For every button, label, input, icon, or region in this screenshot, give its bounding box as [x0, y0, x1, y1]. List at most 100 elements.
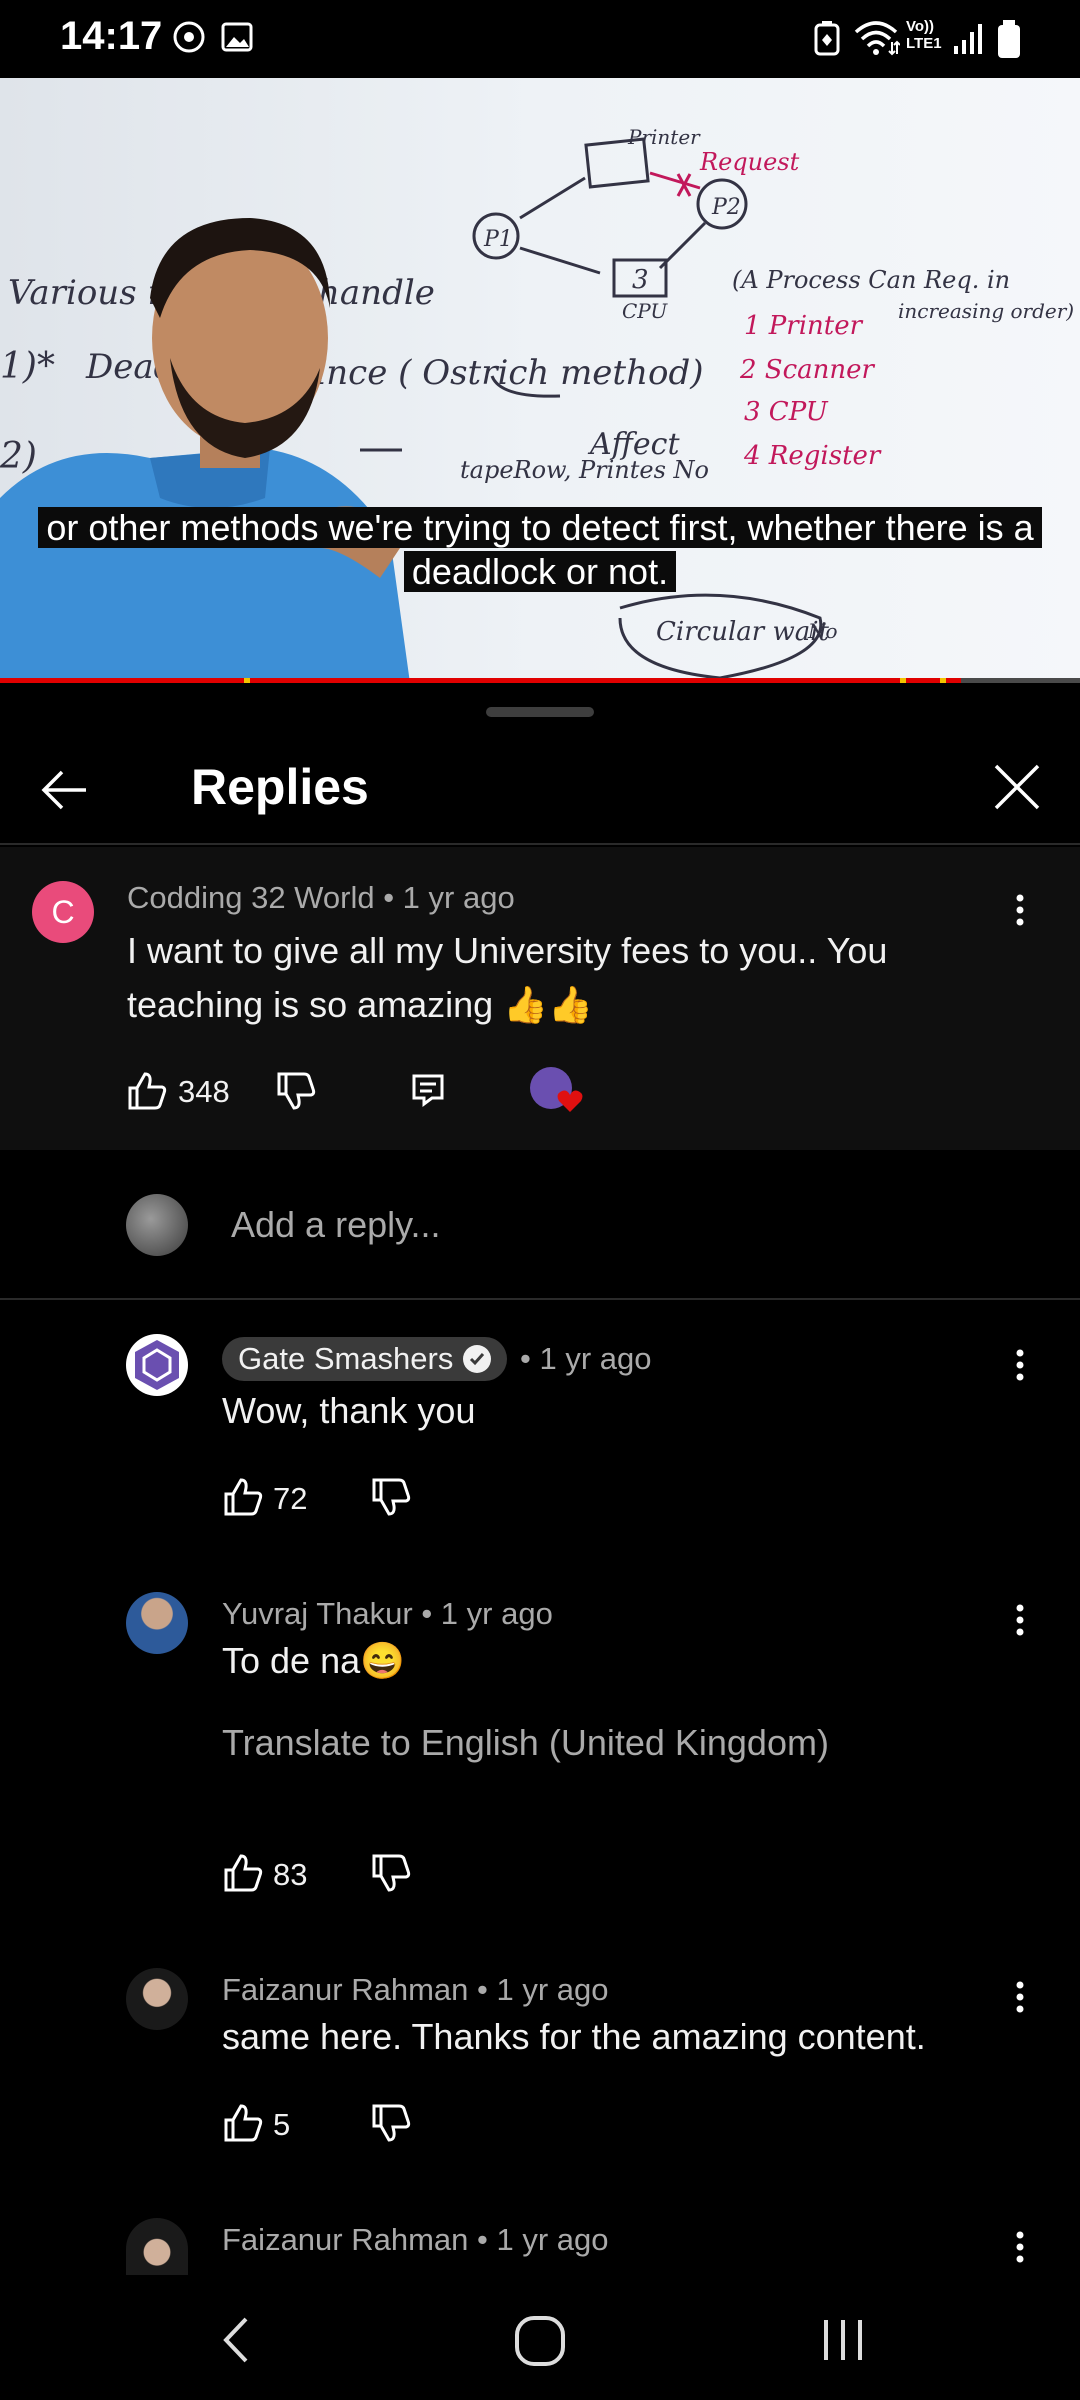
board-text: (A Process Can Req. in — [732, 266, 1010, 294]
more-options-icon[interactable] — [1000, 890, 1040, 930]
dislike-icon[interactable] — [370, 1852, 412, 1894]
caption-line: or other methods we're trying to detect … — [38, 507, 1042, 548]
avatar[interactable]: C — [32, 881, 94, 943]
board-text: increasing order) — [898, 299, 1074, 323]
caption-overlay: or other methods we're trying to detect … — [0, 506, 1080, 594]
wifi-icon — [854, 21, 900, 56]
like-count: 72 — [273, 1481, 308, 1516]
comment-text: I want to give all my University fees to… — [127, 924, 1027, 1032]
system-navigation-bar — [0, 2275, 1080, 2400]
comment-author[interactable]: Codding 32 World — [127, 880, 375, 915]
battery-saver-icon — [814, 21, 840, 56]
meta-separator: • — [421, 1596, 441, 1631]
status-time: 14:17 — [60, 14, 163, 58]
video-player[interactable]: Printer Request P2 P1 3 CPU Various m ha… — [0, 78, 1080, 683]
gate-smashers-logo-icon — [135, 1340, 179, 1390]
signal-icon — [954, 24, 982, 54]
reply-text: To de na😄 — [222, 1640, 405, 1681]
comment-time: 1 yr ago — [402, 880, 515, 915]
like-icon[interactable] — [222, 1476, 264, 1518]
board-text: 1 Printer — [744, 311, 864, 341]
dislike-icon[interactable] — [370, 2102, 412, 2144]
ad-marker — [244, 678, 250, 683]
reply-author[interactable]: Yuvraj Thakur — [222, 1596, 413, 1631]
translate-link[interactable]: Translate to English (United Kingdom) — [222, 1722, 829, 1764]
ad-marker — [940, 678, 946, 683]
verified-icon — [463, 1345, 492, 1373]
reply-text: Wow, thank you — [222, 1390, 476, 1431]
board-text: 2 Scanner — [739, 355, 876, 385]
nav-home-icon[interactable] — [512, 2313, 568, 2369]
meta-separator: • — [477, 1972, 497, 2007]
reply-icon[interactable] — [408, 1070, 448, 1110]
board-text: 3 CPU — [744, 397, 829, 427]
comment-meta: Faizanur Rahman • 1 yr ago — [222, 1972, 609, 2008]
board-text: Request — [699, 148, 800, 176]
board-text: P1 — [483, 227, 513, 252]
like-count: 83 — [273, 1857, 308, 1892]
reply-time: 1 yr ago — [440, 1596, 553, 1631]
like-count: 348 — [178, 1074, 230, 1109]
board-text: P2 — [711, 195, 741, 220]
comment-meta: Faizanur Rahman • 1 yr ago — [222, 2222, 609, 2258]
page-title: Replies — [191, 759, 369, 815]
reply-time: • 1 yr ago — [520, 1341, 652, 1376]
dislike-icon[interactable] — [370, 1476, 412, 1518]
close-icon[interactable] — [990, 760, 1044, 814]
reply-author[interactable]: Gate Smashers — [238, 1341, 453, 1377]
ad-marker — [900, 678, 906, 683]
comment-meta: Codding 32 World • 1 yr ago — [127, 880, 515, 916]
avatar[interactable] — [126, 1592, 188, 1654]
board-text: 2) — [0, 436, 37, 477]
progress-fill — [0, 678, 962, 683]
board-text: CPU — [622, 299, 668, 323]
network-label: Vo)) LTE1 — [906, 18, 942, 52]
comment-meta: Yuvraj Thakur • 1 yr ago — [222, 1596, 553, 1632]
reply-time: 1 yr ago — [496, 2222, 609, 2257]
reply-text: same here. Thanks for the amazing conten… — [222, 2016, 926, 2057]
nav-back-icon[interactable] — [216, 2315, 256, 2365]
reply-time: 1 yr ago — [496, 1972, 609, 2007]
board-text: 4 Register — [743, 441, 882, 471]
video-progress-bar[interactable] — [0, 678, 1080, 683]
more-options-icon[interactable] — [1000, 2227, 1040, 2267]
reply-author[interactable]: Faizanur Rahman — [222, 2222, 468, 2257]
reply-composer[interactable]: Add a reply... — [0, 1150, 1080, 1300]
more-options-icon[interactable] — [1000, 1345, 1040, 1385]
board-text: Circular wait — [656, 617, 830, 647]
board-text: handle — [318, 273, 435, 313]
meta-separator: • — [383, 880, 403, 915]
board-text: 3 — [632, 265, 649, 295]
more-options-icon[interactable] — [1000, 1977, 1040, 2017]
status-bar: 14:17 Vo)) LTE1 — [0, 0, 1080, 78]
reply-author[interactable]: Faizanur Rahman — [222, 1972, 468, 2007]
drag-handle[interactable] — [486, 707, 594, 717]
board-text: tapeRow, Printes No — [460, 456, 709, 484]
caption-line: deadlock or not. — [403, 551, 677, 592]
accessibility-icon — [173, 21, 205, 53]
like-count: 5 — [273, 2107, 291, 2142]
board-text: No — [807, 619, 838, 643]
board-text: 1)* — [0, 346, 55, 387]
comment-text-line: I want to give all my University fees to… — [127, 930, 888, 971]
more-options-icon[interactable] — [1000, 1600, 1040, 1640]
avatar[interactable] — [126, 2218, 188, 2275]
meta-separator: • — [477, 2222, 497, 2257]
like-icon[interactable] — [222, 2102, 264, 2144]
avatar[interactable] — [126, 1334, 188, 1396]
comment-text-line: teaching is so amazing 👍👍 — [127, 984, 593, 1025]
gallery-icon — [221, 22, 253, 52]
like-icon[interactable] — [126, 1070, 168, 1112]
avatar[interactable] — [126, 1968, 188, 2030]
channel-badge[interactable]: Gate Smashers — [222, 1337, 508, 1381]
dislike-icon[interactable] — [275, 1070, 317, 1112]
board-text: Printer — [627, 125, 701, 149]
nav-recents-icon[interactable] — [818, 2315, 868, 2365]
reply-input[interactable]: Add a reply... — [231, 1204, 440, 1246]
like-icon[interactable] — [222, 1852, 264, 1894]
avatar — [126, 1194, 188, 1256]
back-arrow-icon[interactable] — [38, 764, 90, 816]
heart-icon — [557, 1090, 583, 1112]
replies-header: Replies — [0, 730, 1080, 845]
battery-icon — [998, 20, 1020, 58]
